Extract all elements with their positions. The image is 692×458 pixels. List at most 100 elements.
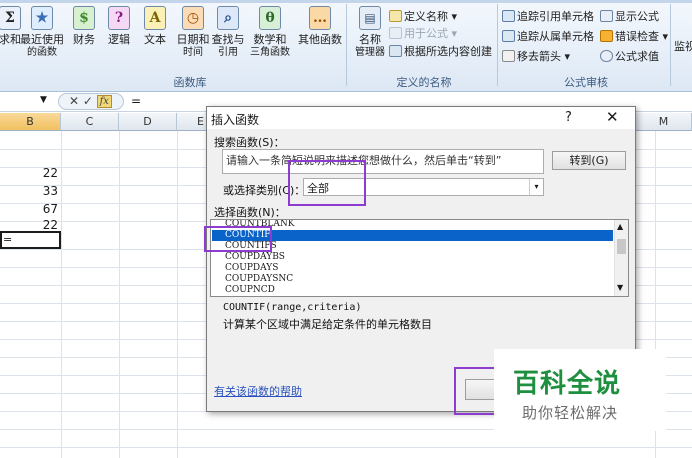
watch-window-label: 监视 xyxy=(674,40,692,53)
remove-arrows-label: 移去箭头 xyxy=(517,50,561,63)
function-description: 计算某个区域中满足给定条件的单元格数目 xyxy=(223,318,432,331)
text-icon: A xyxy=(144,6,166,30)
ribbon-top-strip xyxy=(0,0,692,3)
trace-precedents-button[interactable]: 追踪引用单元格 xyxy=(502,8,594,25)
trace-precedents-label: 追踪引用单元格 xyxy=(517,10,594,23)
use-in-formula-button[interactable]: 用于公式 ▾ xyxy=(389,25,457,42)
formula-input[interactable]: = xyxy=(131,94,141,108)
lookup-reference-label-2: 引用 xyxy=(218,47,238,58)
show-formulas-label: 显示公式 xyxy=(615,10,659,23)
watch-window-button[interactable]: 监视 xyxy=(674,38,692,55)
evaluate-formula-icon xyxy=(600,50,613,62)
formula-buttons: ✕ ✓ fx xyxy=(58,93,124,110)
math-trig-label: 数学和 xyxy=(253,33,287,46)
math-trig-label-2: 三角函数 xyxy=(250,47,290,58)
function-syntax: COUNTIF(range,criteria) xyxy=(223,302,362,313)
close-icon[interactable]: ✕ xyxy=(606,108,619,126)
remove-arrows-button[interactable]: 移去箭头 ▾ xyxy=(502,48,570,65)
group-label-function-library: 函数库 xyxy=(173,76,207,89)
function-help-link[interactable]: 有关该函数的帮助 xyxy=(214,383,302,399)
name-box-dropdown-icon[interactable]: ▼ xyxy=(40,95,47,105)
define-name-button[interactable]: 定义名称 ▾ xyxy=(389,8,457,25)
name-manager-icon: ▤ xyxy=(359,6,381,30)
cell-b-value[interactable]: 33 xyxy=(0,182,58,200)
select-function-label: 选择函数(N)： xyxy=(214,206,286,219)
scroll-down-icon[interactable]: ▼ xyxy=(617,283,623,292)
define-name-icon xyxy=(389,10,402,22)
evaluate-formula-button[interactable]: 公式求值 xyxy=(600,48,659,65)
group-separator xyxy=(346,4,347,86)
math-trig-button[interactable]: θ 数学和 三角函数 xyxy=(248,6,292,72)
sigma-icon: Σ xyxy=(0,6,21,30)
more-functions-label: 其他函数 xyxy=(298,33,342,46)
column-header-e[interactable]: E xyxy=(177,113,207,131)
list-item[interactable]: COUPNCD xyxy=(225,285,275,296)
list-item[interactable]: COUPDAYSNC xyxy=(225,274,293,285)
cell-b-value[interactable]: 22 xyxy=(0,164,58,182)
recent-icon: ★ xyxy=(31,6,53,30)
lookup-icon: ⌕ xyxy=(217,6,239,30)
go-button[interactable]: 转到(G) xyxy=(552,151,626,170)
column-header-m[interactable]: M xyxy=(636,113,692,131)
logical-label: 逻辑 xyxy=(108,33,130,46)
cancel-formula-button[interactable]: ✕ xyxy=(69,94,79,108)
error-checking-button[interactable]: 错误检查 ▾ xyxy=(600,28,668,45)
more-functions-icon: … xyxy=(309,6,331,30)
list-item[interactable]: COUPDAYS xyxy=(225,263,278,274)
text-label: 文本 xyxy=(144,33,166,46)
name-manager-label-2: 管理器 xyxy=(355,47,385,58)
grid-column-line xyxy=(61,131,62,458)
trace-dependents-button[interactable]: 追踪从属单元格 xyxy=(502,28,594,45)
insert-function-button[interactable]: fx xyxy=(96,95,112,108)
search-function-input[interactable]: 请输入一条简短说明来描述您想做什么，然后单击“转到” xyxy=(222,149,544,174)
scroll-up-icon[interactable]: ▲ xyxy=(617,222,623,231)
show-formulas-icon xyxy=(600,10,613,22)
recently-used-button[interactable]: ★ 最近使用 的函数 xyxy=(20,6,64,72)
group-label-formula-auditing: 公式审核 xyxy=(564,76,608,89)
watermark-subtitle: 助你轻松解决 xyxy=(522,404,619,422)
active-cell[interactable]: = xyxy=(0,231,61,249)
recently-used-label-2: 的函数 xyxy=(27,47,57,58)
highlight-box-category xyxy=(288,160,366,206)
create-from-selection-label: 根据所选内容创建 xyxy=(404,45,492,58)
column-header-c[interactable]: C xyxy=(61,113,119,131)
logic-icon: ? xyxy=(108,6,130,30)
chevron-down-icon[interactable]: ▾ xyxy=(529,179,543,195)
list-scrollbar[interactable]: ▲ ▼ xyxy=(614,220,628,296)
more-functions-button[interactable]: … 其他函数 xyxy=(298,6,342,72)
recently-used-label: 最近使用 xyxy=(20,33,64,46)
lookup-reference-button[interactable]: ⌕ 查找与 引用 xyxy=(206,6,250,72)
search-function-label: 搜索函数(S)： xyxy=(214,136,285,149)
name-manager-button[interactable]: ▤ 名称 管理器 xyxy=(350,6,390,72)
trace-precedents-icon xyxy=(502,10,515,22)
watermark-logo: 百科全说 助你轻松解决 xyxy=(494,349,666,431)
define-name-label: 定义名称 xyxy=(404,10,448,23)
create-from-selection-button[interactable]: 根据所选内容创建 xyxy=(389,43,492,60)
ribbon: Σ 求和 ★ 最近使用 的函数 $ 财务 ? 逻辑 A 文本 ◷ 日期和 时间 … xyxy=(0,0,692,92)
help-button[interactable]: ? xyxy=(565,110,572,125)
grid-row-line xyxy=(0,447,692,448)
error-checking-label: 错误检查 xyxy=(615,30,659,43)
create-from-selection-icon xyxy=(389,45,402,57)
group-label-defined-names: 定义的名称 xyxy=(396,76,452,89)
trace-dependents-icon xyxy=(502,30,515,42)
list-item[interactable]: COUPDAYBS xyxy=(225,252,285,263)
grid-column-line xyxy=(177,131,178,458)
enter-formula-button[interactable]: ✓ xyxy=(83,94,93,108)
column-header-b[interactable]: B xyxy=(0,113,61,131)
error-checking-icon xyxy=(600,30,613,42)
dialog-title-bar: 插入函数 ? ✕ xyxy=(207,107,635,129)
lookup-reference-label: 查找与 xyxy=(211,33,245,46)
watermark-title: 百科全说 xyxy=(513,369,622,399)
column-header-d[interactable]: D xyxy=(119,113,177,131)
financial-label: 财务 xyxy=(73,33,95,46)
dialog-title: 插入函数 xyxy=(211,113,260,127)
function-list[interactable]: COUNTBLANK COUNTIF COUNTIFS COUPDAYBS CO… xyxy=(210,219,629,297)
autosum-label: 求和 xyxy=(0,33,21,46)
list-item-selected[interactable]: COUNTIF xyxy=(212,230,613,241)
scroll-thumb[interactable] xyxy=(617,239,626,254)
use-in-formula-icon xyxy=(389,27,402,39)
show-formulas-button[interactable]: 显示公式 xyxy=(600,8,659,25)
finance-icon: $ xyxy=(73,6,95,30)
evaluate-formula-label: 公式求值 xyxy=(615,50,659,63)
